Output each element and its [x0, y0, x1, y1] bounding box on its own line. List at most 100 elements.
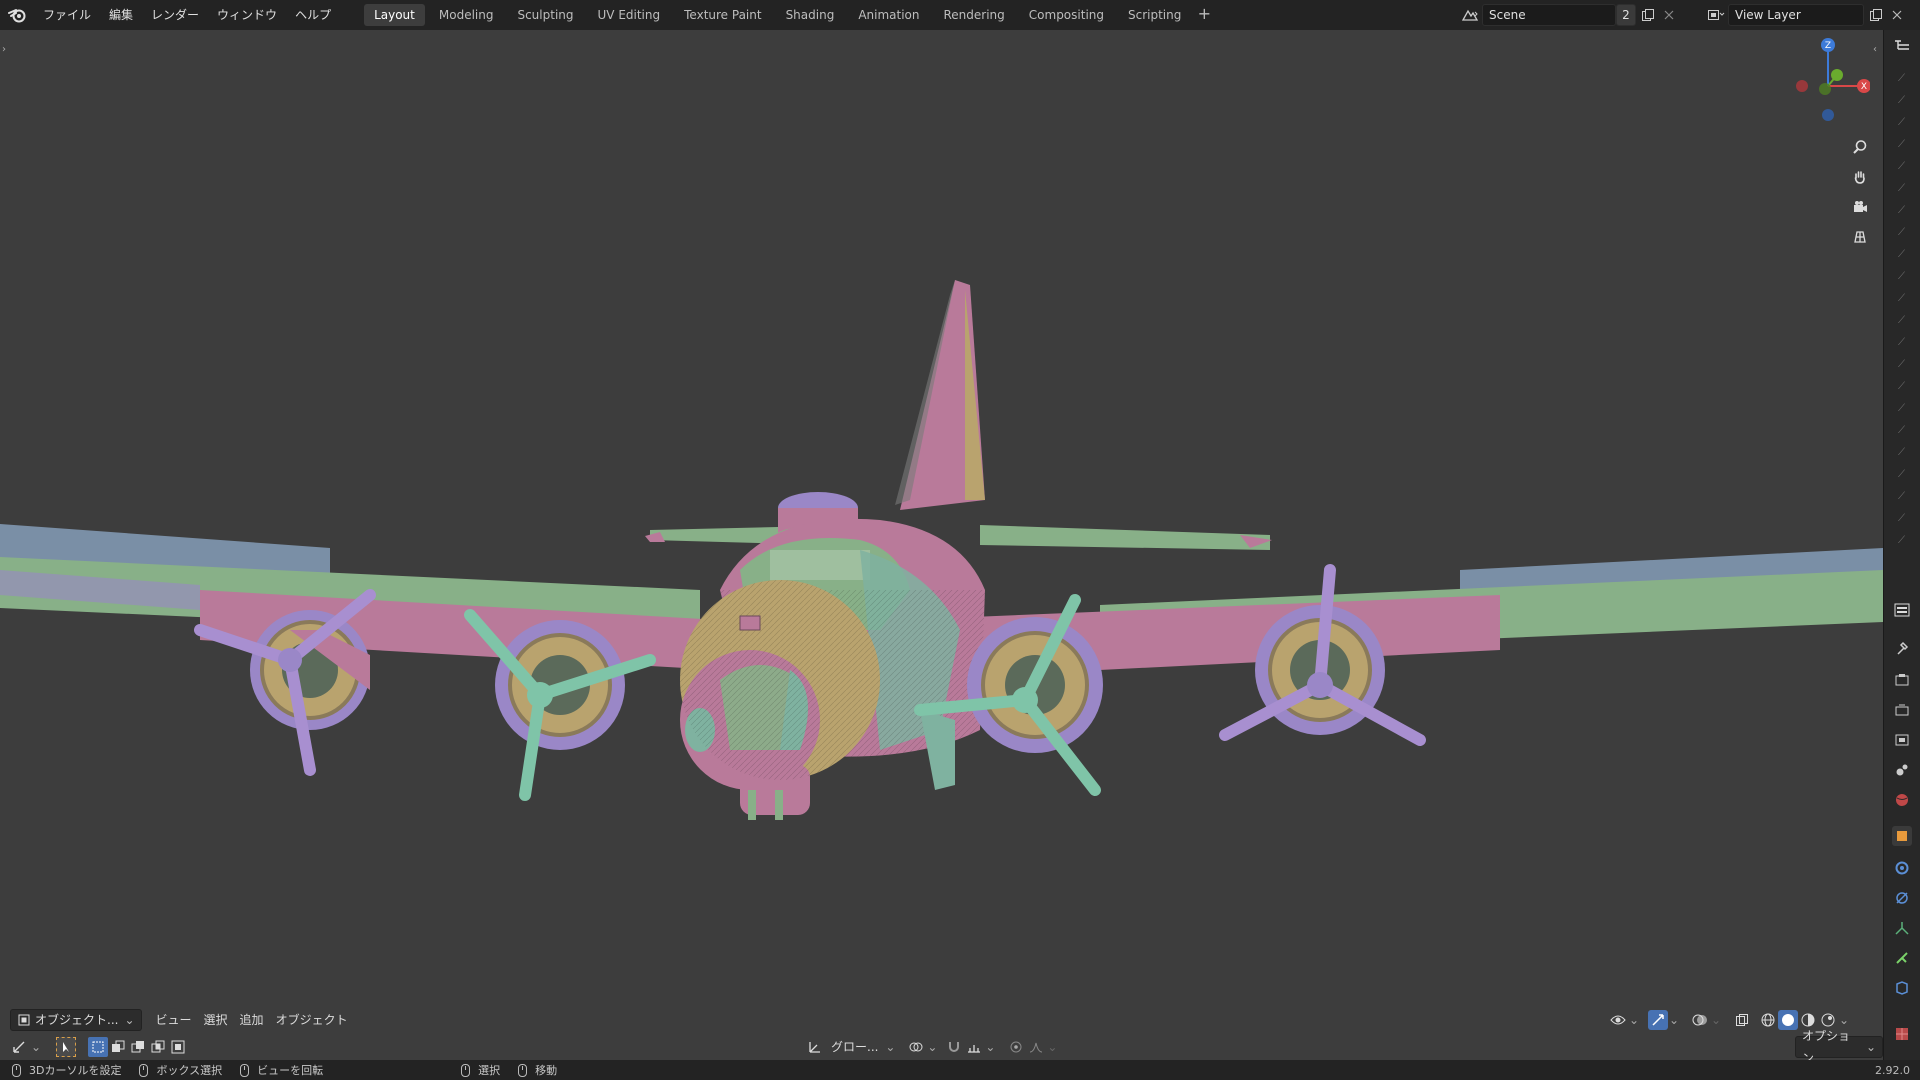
zoom-icon[interactable] [1847, 134, 1873, 160]
delete-view-layer-icon[interactable] [1888, 4, 1906, 26]
add-menu[interactable]: 追加 [234, 1009, 270, 1031]
navigation-gizmo[interactable]: Z X [1790, 35, 1870, 125]
pivot-point-icon[interactable] [906, 1037, 926, 1057]
chevron-down-icon[interactable]: ⌄ [884, 1037, 896, 1057]
transform-orientation-dropdown[interactable]: グロー... [825, 1036, 884, 1058]
outliner-row-visibility-icon[interactable]: ⟋ [1898, 492, 1908, 502]
menu-edit[interactable]: 編集 [100, 0, 142, 30]
tab-shading[interactable]: Shading [776, 4, 845, 26]
new-scene-icon[interactable] [1636, 4, 1660, 26]
data-properties-icon[interactable] [1892, 978, 1912, 998]
outliner-row-visibility-icon[interactable]: ⟋ [1898, 338, 1908, 348]
tab-sculpting[interactable]: Sculpting [507, 4, 583, 26]
select-extend-icon[interactable] [108, 1037, 128, 1057]
tab-animation[interactable]: Animation [848, 4, 929, 26]
menu-help[interactable]: ヘルプ [286, 0, 340, 30]
outliner-row-visibility-icon[interactable]: ⟋ [1898, 96, 1908, 106]
outliner-row-visibility-icon[interactable]: ⟋ [1898, 228, 1908, 238]
outliner-row-visibility-icon[interactable]: ⟋ [1898, 404, 1908, 414]
wireframe-shading-icon[interactable] [1758, 1010, 1778, 1030]
chevron-down-icon[interactable]: ⌄ [1668, 1010, 1680, 1030]
chevron-down-icon[interactable]: ⌄ [1710, 1010, 1722, 1030]
select-cursor-tool-icon[interactable] [56, 1037, 76, 1057]
outliner-row-visibility-icon[interactable]: ⟋ [1898, 140, 1908, 150]
chevron-down-icon[interactable]: ⌄ [1046, 1037, 1058, 1057]
select-intersect-icon[interactable] [168, 1037, 188, 1057]
scene-properties-icon[interactable] [1892, 760, 1912, 780]
chevron-down-icon[interactable]: ⌄ [1628, 1010, 1640, 1030]
ortho-grid-icon[interactable] [1847, 224, 1873, 250]
tab-uv-editing[interactable]: UV Editing [588, 4, 671, 26]
object-properties-icon[interactable] [1892, 826, 1912, 846]
outliner-row-visibility-icon[interactable]: ⟋ [1898, 470, 1908, 480]
outliner-row-visibility-icon[interactable]: ⟋ [1898, 162, 1908, 172]
modifier-properties-icon[interactable] [1892, 858, 1912, 878]
outliner-row-visibility-icon[interactable]: ⟋ [1898, 294, 1908, 304]
view-layer-field[interactable]: View Layer [1728, 4, 1864, 26]
pan-hand-icon[interactable] [1847, 164, 1873, 190]
camera-view-icon[interactable] [1847, 194, 1873, 220]
chevron-down-icon[interactable]: ⌄ [984, 1037, 996, 1057]
tab-layout[interactable]: Layout [364, 4, 425, 26]
snap-magnet-icon[interactable] [944, 1037, 964, 1057]
delete-scene-icon[interactable] [1660, 4, 1678, 26]
add-workspace-button[interactable]: + [1195, 6, 1213, 24]
outliner-row-visibility-icon[interactable]: ⟋ [1898, 514, 1908, 524]
snap-increment-icon[interactable] [964, 1037, 984, 1057]
view-layer-properties-icon[interactable] [1892, 730, 1912, 750]
view-layer-icon[interactable] [1704, 4, 1728, 26]
view-menu[interactable]: ビュー [150, 1009, 198, 1031]
proportional-edit-icon[interactable] [1006, 1037, 1026, 1057]
select-subtract-icon[interactable] [128, 1037, 148, 1057]
menu-file[interactable]: ファイル [34, 0, 100, 30]
outliner-row-visibility-icon[interactable]: ⟋ [1898, 118, 1908, 128]
select-new-icon[interactable] [88, 1037, 108, 1057]
object-menu[interactable]: オブジェクト [270, 1009, 354, 1031]
tab-rendering[interactable]: Rendering [934, 4, 1015, 26]
gizmo-toggle-icon[interactable] [1648, 1010, 1668, 1030]
outliner-row-visibility-icon[interactable]: ⟋ [1898, 536, 1908, 546]
outliner-row-visibility-icon[interactable]: ⟋ [1898, 206, 1908, 216]
tab-compositing[interactable]: Compositing [1019, 4, 1114, 26]
solid-shading-icon[interactable] [1778, 1010, 1798, 1030]
particle-properties-icon[interactable] [1892, 888, 1912, 908]
chevron-down-icon[interactable]: ⌄ [30, 1037, 42, 1057]
object-mode-dropdown[interactable]: オブジェクト... ⌄ [10, 1009, 142, 1031]
outliner-icon[interactable] [1892, 36, 1912, 56]
outliner-row-visibility-icon[interactable]: ⟋ [1898, 448, 1908, 458]
options-dropdown[interactable]: オプション ⌄ [1795, 1029, 1883, 1065]
b17-bomber-model[interactable] [0, 30, 1883, 1068]
visibility-eye-icon[interactable] [1608, 1010, 1628, 1030]
physics-properties-icon[interactable] [1892, 918, 1912, 938]
chevron-down-icon[interactable]: ⌄ [926, 1037, 938, 1057]
tab-scripting[interactable]: Scripting [1118, 4, 1191, 26]
overlays-icon[interactable] [1690, 1010, 1710, 1030]
scene-name-field[interactable]: Scene [1482, 4, 1616, 26]
menu-window[interactable]: ウィンドウ [208, 0, 286, 30]
tab-modeling[interactable]: Modeling [429, 4, 504, 26]
render-properties-icon[interactable] [1892, 670, 1912, 690]
tool-properties-icon[interactable] [1892, 638, 1912, 658]
3d-viewport[interactable]: › ‹ Z X オブジェクト... ⌄ ビュー 選択 追加 オブジェクト ⌄ ⌄… [0, 30, 1883, 1068]
texture-properties-icon[interactable] [1892, 1024, 1912, 1044]
blender-logo-icon[interactable] [0, 0, 34, 30]
outliner-row-visibility-icon[interactable]: ⟋ [1898, 74, 1908, 84]
scene-icon[interactable] [1458, 4, 1482, 26]
falloff-curve-icon[interactable] [1026, 1037, 1046, 1057]
outliner-row-visibility-icon[interactable]: ⟋ [1898, 272, 1908, 282]
outliner-row-visibility-icon[interactable]: ⟋ [1898, 184, 1908, 194]
xray-icon[interactable] [1732, 1010, 1752, 1030]
outliner-row-visibility-icon[interactable]: ⟋ [1898, 382, 1908, 392]
menu-render[interactable]: レンダー [142, 0, 208, 30]
outliner-row-visibility-icon[interactable]: ⟋ [1898, 250, 1908, 260]
select-menu[interactable]: 選択 [198, 1009, 234, 1031]
outliner-row-visibility-icon[interactable]: ⟋ [1898, 316, 1908, 326]
new-view-layer-icon[interactable] [1864, 4, 1888, 26]
constraint-properties-icon[interactable] [1892, 948, 1912, 968]
tab-texture-paint[interactable]: Texture Paint [674, 4, 771, 26]
transform-pivot-icon[interactable] [10, 1037, 30, 1057]
output-properties-icon[interactable] [1892, 700, 1912, 720]
outliner-row-visibility-icon[interactable]: ⟋ [1898, 360, 1908, 370]
outliner-row-visibility-icon[interactable]: ⟋ [1898, 426, 1908, 436]
properties-editor-icon[interactable] [1892, 600, 1912, 620]
